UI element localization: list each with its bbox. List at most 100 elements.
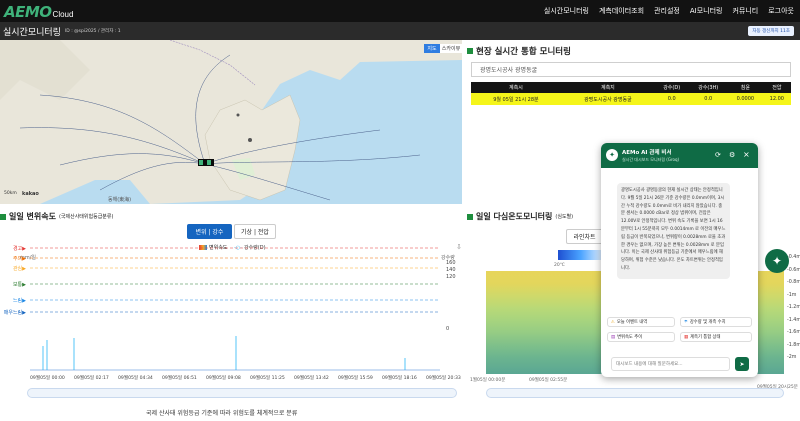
top-navbar: AEMO Cloud 실시간모니터링 계측데이터조회 관리설정 AI모니터링 커…: [0, 0, 800, 22]
table-cell: 광명도시공사 광명동굴: [560, 93, 655, 105]
right-tick: 140: [446, 267, 456, 273]
refresh-icon[interactable]: ⟳: [715, 151, 721, 159]
temp-title-text: 일일 다심온도모니터링: [476, 212, 553, 221]
depth-label: -1.4m: [787, 317, 800, 323]
threshold-label: 주의▶: [13, 255, 26, 262]
temp-subtitle: (심도별): [555, 214, 574, 220]
map-view[interactable]: 50km kakao 동해(東海): [0, 40, 462, 204]
nav-community[interactable]: 커뮤니티: [732, 6, 758, 16]
chat-header: ✦ AEMo AI 관제 비서 실시간 대시보드 모니터링 (Groq) ⟳ ⚙…: [601, 143, 758, 168]
temp-x-tick: 1월05일 00:00분: [470, 378, 506, 383]
chat-subtitle: 실시간 대시보드 모니터링 (Groq): [622, 157, 680, 162]
table-cell: 0.0: [654, 93, 689, 105]
x-tick: 09월05일 13:42: [294, 374, 329, 381]
threshold-label: 관심▶: [13, 265, 26, 272]
displacement-subtitle: (국제산사태위험등급분류): [58, 214, 114, 220]
temp-scale-label: 20℃: [554, 263, 565, 268]
settings-icon[interactable]: ⚙: [729, 151, 735, 159]
logo-subtext: Cloud: [52, 10, 74, 19]
table-cell: 0.0000: [728, 93, 763, 105]
right-tick: 120: [446, 274, 456, 280]
quick-label: 변위속도 추이: [617, 335, 643, 340]
nav-logout[interactable]: 로그아웃: [768, 6, 794, 16]
depth-label: -1.6m: [787, 330, 800, 335]
weather-voltage-button[interactable]: 기상 | 전압: [234, 224, 276, 239]
col-header: 강수(3H): [688, 82, 729, 93]
sea-label: 동해(東海): [108, 197, 132, 203]
col-header: 계측지: [560, 82, 655, 93]
chat-bot-icon: ✦: [606, 149, 618, 161]
map-tab-skyview[interactable]: 스카이뷰: [440, 44, 462, 53]
depth-label: -2m: [787, 355, 797, 360]
page-title-bar: 실시간모니터링 ID : @spi2025 / 관리자 : 1 자동 갱신까지 …: [0, 22, 800, 40]
temp-colorbar: [558, 250, 603, 260]
x-tick: 09월05일 20:33: [426, 374, 461, 381]
nav-data-query[interactable]: 계측데이터조회: [599, 6, 644, 16]
nav-realtime-monitoring[interactable]: 실시간모니터링: [544, 6, 589, 16]
site-select[interactable]: 광명도시공사 광명동굴: [471, 62, 791, 77]
table-cell: 9월 05일 21시 28분: [471, 93, 561, 105]
quick-displacement-button[interactable]: ▤ 변위속도 추이: [607, 332, 675, 342]
table-row[interactable]: 9월 05일 21시 28분 광명도시공사 광명동굴 0.0 0.0 0.000…: [471, 93, 791, 105]
chat-title: AEMo AI 관제 비서: [622, 150, 672, 156]
page-title: 실시간모니터링: [3, 27, 61, 38]
displacement-title-text: 일일 변위속도: [9, 212, 56, 221]
x-tick: 09월05일 04:34: [118, 374, 153, 381]
displacement-chart: 경고▶ 주의▶ 관심▶ 보통▶ 느림▶ 매우느림▶ 160140120 0 09월05일 00:…: [4, 245, 461, 381]
threshold-label: 느림▶: [13, 297, 26, 304]
quick-events-button[interactable]: ⚠ 오늘 이벤트 내역: [607, 317, 675, 327]
chat-input[interactable]: [611, 357, 730, 371]
table-cell: 0.0: [688, 93, 729, 105]
korea-map-graphic: [0, 40, 462, 204]
section-marker-icon: [0, 213, 6, 220]
section-marker-icon: [467, 213, 473, 220]
quick-rain-button[interactable]: ☂ 강수량 및 개측 수치: [680, 317, 752, 327]
threshold-label: 경고▶: [13, 245, 26, 252]
alert-icon: ⚠: [611, 319, 615, 325]
right-tick: 0: [446, 326, 449, 332]
right-tick: 160: [446, 260, 456, 266]
realtime-table: 계측시 계측지 강수(D) 강수(3H) 침윤 전압 9월 05일 21시 28…: [471, 82, 791, 105]
x-tick: 09월05일 09:08: [206, 374, 241, 381]
realtime-title-text: 현장 실시간 통합 모니터링: [476, 47, 571, 57]
quick-status-button[interactable]: ▦ 계측기 통합 상태: [680, 332, 752, 342]
send-button[interactable]: ➤: [735, 357, 749, 371]
user-info: ID : @spi2025 / 관리자 : 1: [64, 29, 121, 34]
chat-message: 광명도시공사 광명동굴의 현재 실시간 상태는 안정적입니다. 9월 5일 21…: [617, 183, 730, 279]
nav-menu: 실시간모니터링 계측데이터조회 관리설정 AI모니터링 커뮤니티 로그아웃: [534, 6, 794, 16]
realtime-title: 현장 실시간 통합 모니터링: [467, 45, 571, 57]
depth-label: -1.8m: [787, 342, 800, 348]
rain-icon: ☂: [684, 319, 688, 325]
threshold-label: 매우느림▶: [4, 309, 26, 316]
temp-title: 일일 다심온도모니터링 (심도별): [467, 211, 573, 222]
chat-toggle-button[interactable]: ✦: [765, 249, 789, 273]
close-icon[interactable]: ×: [743, 150, 750, 159]
col-header: 전압: [762, 82, 791, 93]
line-chart-button[interactable]: 라인차트: [566, 229, 603, 244]
quick-label: 오늘 이벤트 내역: [616, 320, 648, 325]
col-header: 강수(D): [654, 82, 689, 93]
depth-label: -1m: [787, 292, 797, 298]
nav-settings[interactable]: 관리설정: [654, 6, 680, 16]
temp-zoom-slider[interactable]: [486, 388, 784, 398]
map-tab-map[interactable]: 지도: [424, 44, 440, 53]
disp-rain-button[interactable]: 변위 | 강수: [187, 224, 232, 239]
section-marker-icon: [467, 48, 473, 54]
chat-fab-icon: ✦: [771, 254, 783, 268]
chart-icon: ▤: [611, 334, 616, 340]
quick-label: 계측기 통합 상태: [690, 335, 721, 340]
app-logo[interactable]: AEMO Cloud: [4, 2, 73, 20]
temp-x-tick: 09월05일 02:55분: [529, 378, 568, 383]
disp-footer-note: 국제 산사태 위험등급 기준에 따라 위험도를 체계적으로 분류: [146, 410, 298, 417]
col-header: 계측시: [471, 82, 561, 93]
x-tick: 09월05일 11:25: [250, 374, 285, 381]
x-tick: 09월05일 06:51: [162, 374, 197, 381]
table-cell: 12.00: [762, 93, 791, 105]
logo-text: AEMO: [4, 3, 52, 21]
ai-chat-panel: ✦ AEMo AI 관제 비서 실시간 대시보드 모니터링 (Groq) ⟳ ⚙…: [601, 143, 758, 377]
x-tick: 09월05일 02:17: [74, 374, 109, 381]
disp-zoom-slider[interactable]: [27, 388, 457, 398]
table-header-row: 계측시 계측지 강수(D) 강수(3H) 침윤 전압: [471, 82, 791, 93]
x-tick: 09월05일 18:16: [382, 374, 417, 381]
nav-ai-monitoring[interactable]: AI모니터링: [690, 6, 723, 16]
